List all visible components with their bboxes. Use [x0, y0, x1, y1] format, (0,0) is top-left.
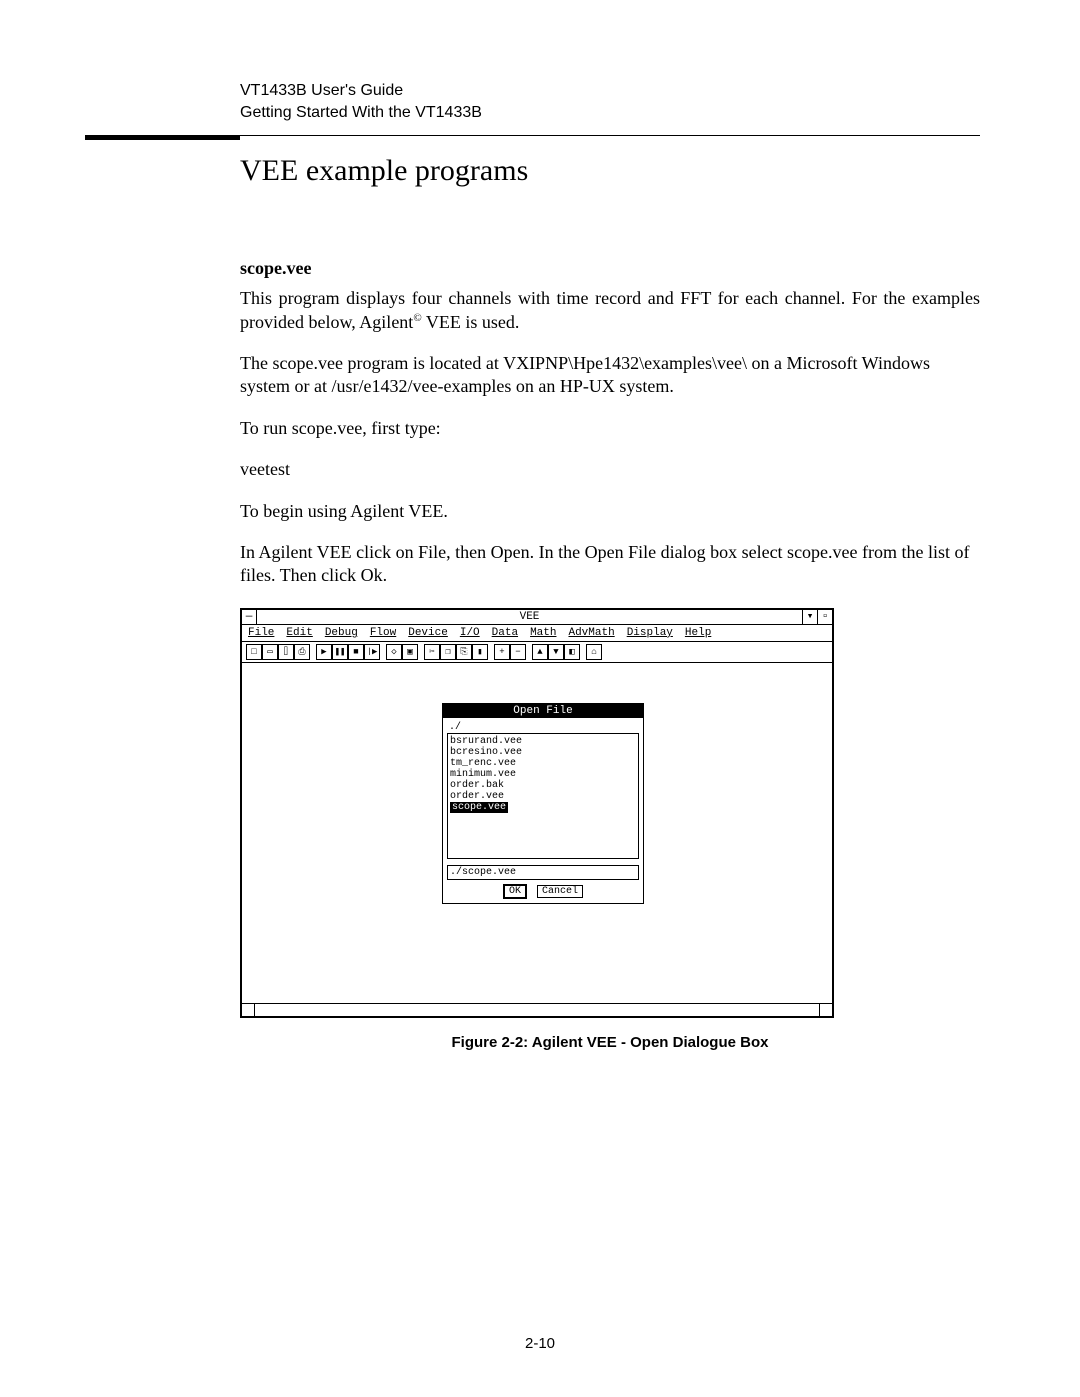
- paragraph-4: veetest: [240, 458, 980, 481]
- status-bar: [242, 1003, 832, 1016]
- list-item[interactable]: order.vee: [450, 791, 636, 802]
- toolbar-icon-e[interactable]: ▼: [548, 644, 564, 660]
- filename-input[interactable]: ./scope.vee: [447, 865, 639, 880]
- toolbar: □ ▭ ⌷ ⎙ ▶ ❚❚ ■ ❘▶ ◇ ▣ ✂ ❐ ⎘ ▮ +: [242, 642, 832, 663]
- copy-icon[interactable]: ❐: [440, 644, 456, 660]
- page-number: 2-10: [525, 1335, 555, 1352]
- paste-icon[interactable]: ⎘: [456, 644, 472, 660]
- zoom-out-icon[interactable]: −: [510, 644, 526, 660]
- open-icon[interactable]: ▭: [262, 644, 278, 660]
- menu-file[interactable]: File: [248, 627, 274, 639]
- vee-titlebar: — VEE ▾ ▫: [242, 610, 832, 625]
- step-icon[interactable]: ❘▶: [364, 644, 380, 660]
- scroll-left-icon[interactable]: [242, 1004, 255, 1016]
- menu-io[interactable]: I/O: [460, 627, 480, 639]
- vee-window: — VEE ▾ ▫ File Edit Debug Flow Device I/…: [240, 608, 834, 1018]
- dialog-buttons: OK Cancel: [447, 884, 639, 899]
- list-item[interactable]: tm_renc.vee: [450, 758, 636, 769]
- toolbar-icon-d[interactable]: ▲: [532, 644, 548, 660]
- minimize-button[interactable]: ▾: [802, 610, 817, 624]
- header-line1: VT1433B User's Guide: [240, 80, 980, 102]
- menu-advmath[interactable]: AdvMath: [568, 627, 614, 639]
- home-icon[interactable]: ⌂: [586, 644, 602, 660]
- menu-edit[interactable]: Edit: [286, 627, 312, 639]
- cut-icon[interactable]: ✂: [424, 644, 440, 660]
- window-title: VEE: [257, 610, 802, 624]
- menu-device[interactable]: Device: [408, 627, 448, 639]
- open-file-dialog: Open File ./ bsrurand.vee bcresino.vee t…: [442, 703, 644, 904]
- toolbar-icon-c[interactable]: ▮: [472, 644, 488, 660]
- client-area: Open File ./ bsrurand.vee bcresino.vee t…: [242, 663, 832, 1003]
- menu-bar: File Edit Debug Flow Device I/O Data Mat…: [242, 625, 832, 642]
- file-list[interactable]: bsrurand.vee bcresino.vee tm_renc.vee mi…: [447, 733, 639, 859]
- menu-debug[interactable]: Debug: [325, 627, 358, 639]
- menu-flow[interactable]: Flow: [370, 627, 396, 639]
- page-header: VT1433B User's Guide Getting Started Wit…: [240, 80, 980, 123]
- heading-rule-thick: [85, 135, 240, 140]
- zoom-in-icon[interactable]: +: [494, 644, 510, 660]
- run-icon[interactable]: ▶: [316, 644, 332, 660]
- new-icon[interactable]: □: [246, 644, 262, 660]
- list-item[interactable]: bsrurand.vee: [450, 736, 636, 747]
- scroll-right-icon[interactable]: [819, 1004, 832, 1016]
- toolbar-icon-f[interactable]: ◧: [564, 644, 580, 660]
- open-file-path: ./: [447, 722, 639, 733]
- figure-caption: Figure 2-2: Agilent VEE - Open Dialogue …: [240, 1034, 980, 1051]
- paragraph-3: To run scope.vee, first type:: [240, 417, 980, 440]
- paragraph-2: The scope.vee program is located at VXIP…: [240, 352, 980, 399]
- subheading-scope-vee: scope.vee: [240, 258, 980, 279]
- stop-icon[interactable]: ■: [348, 644, 364, 660]
- save-icon[interactable]: ⌷: [278, 644, 294, 660]
- menu-display[interactable]: Display: [627, 627, 673, 639]
- paragraph-6: In Agilent VEE click on File, then Open.…: [240, 541, 980, 588]
- toolbar-icon-b[interactable]: ▣: [402, 644, 418, 660]
- open-file-title: Open File: [443, 704, 643, 718]
- menu-data[interactable]: Data: [492, 627, 518, 639]
- system-menu-icon[interactable]: —: [242, 610, 257, 624]
- maximize-button[interactable]: ▫: [817, 610, 832, 624]
- list-item[interactable]: minimum.vee: [450, 769, 636, 780]
- menu-math[interactable]: Math: [530, 627, 556, 639]
- paragraph-1: This program displays four channels with…: [240, 287, 980, 334]
- toolbar-icon-a[interactable]: ◇: [386, 644, 402, 660]
- cancel-button[interactable]: Cancel: [537, 885, 583, 898]
- paragraph-5: To begin using Agilent VEE.: [240, 500, 980, 523]
- heading-rule-thin: [240, 135, 980, 136]
- list-item[interactable]: bcresino.vee: [450, 747, 636, 758]
- list-item[interactable]: order.bak: [450, 780, 636, 791]
- list-item-selected[interactable]: scope.vee: [450, 802, 636, 813]
- ok-button[interactable]: OK: [503, 884, 527, 899]
- print-icon[interactable]: ⎙: [294, 644, 310, 660]
- header-line2: Getting Started With the VT1433B: [240, 102, 980, 124]
- section-title: VEE example programs: [240, 154, 980, 188]
- pause-icon[interactable]: ❚❚: [332, 644, 348, 660]
- menu-help[interactable]: Help: [685, 627, 711, 639]
